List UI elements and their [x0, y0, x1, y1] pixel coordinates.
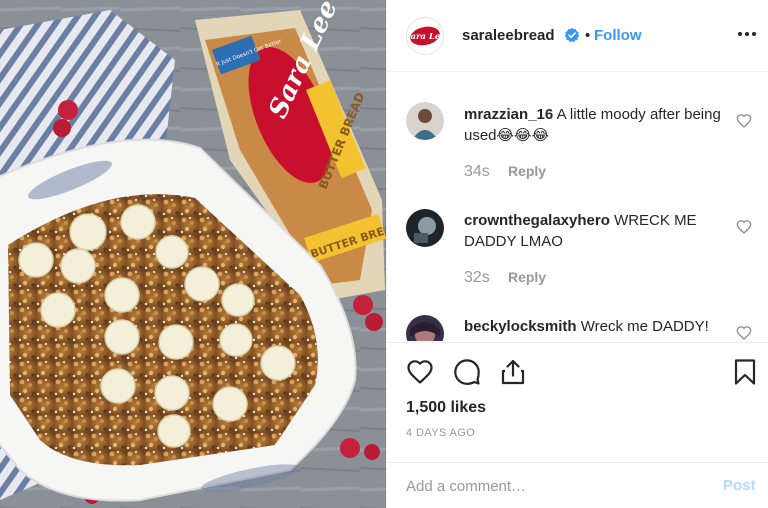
more-options-icon[interactable]: [737, 24, 757, 44]
profile-avatar[interactable]: Sara Lee: [406, 17, 444, 55]
comment-text: beckylocksmith Wreck me DADDY!: [464, 316, 726, 337]
post-date[interactable]: 4 DAYS AGO: [406, 427, 475, 439]
user-photo-icon: [406, 209, 444, 247]
verified-badge-icon: [564, 27, 580, 43]
comment-text: mrazzian_16 A little moody after being u…: [464, 104, 726, 146]
comment-time[interactable]: 32s: [464, 269, 490, 286]
sara-lee-logo-icon: Sara Lee: [407, 26, 443, 46]
commenter-avatar[interactable]: [406, 315, 444, 341]
post-actions: 1,500 likes 4 DAYS AGO: [387, 342, 768, 452]
add-comment-bar: Post: [387, 462, 768, 508]
post-comment-button[interactable]: Post: [723, 477, 756, 494]
comment-meta: 32s Reply: [464, 269, 546, 287]
comments-list[interactable]: mrazzian_16 A little moody after being u…: [387, 73, 768, 341]
share-icon[interactable]: [499, 358, 527, 386]
comment-bubble-icon[interactable]: [453, 358, 481, 386]
post-photo[interactable]: Sara Lee BUTTER BREAD It Just Doesn't Ge…: [0, 0, 386, 508]
comment-username[interactable]: crownthegalaxyhero: [464, 212, 610, 229]
user-photo-icon: [406, 315, 444, 341]
comment-time[interactable]: 34s: [464, 163, 490, 180]
comment-like-heart-icon[interactable]: [736, 113, 752, 129]
reply-button[interactable]: Reply: [508, 163, 546, 179]
post-header: Sara Lee saraleebread • Follow: [387, 0, 768, 72]
post-side-panel: Sara Lee saraleebread • Follow: [386, 0, 768, 508]
comment-text: crownthegalaxyhero WRECK ME DADDY LMAO: [464, 210, 726, 252]
logo-text: Sara Lee: [407, 32, 443, 42]
follow-button[interactable]: Follow: [594, 27, 642, 44]
comment-like-heart-icon[interactable]: [736, 219, 752, 235]
reply-button[interactable]: Reply: [508, 269, 546, 285]
comment-like-heart-icon[interactable]: [736, 325, 752, 341]
heart-icon[interactable]: [406, 358, 434, 386]
commenter-avatar[interactable]: [406, 209, 444, 247]
bookmark-icon[interactable]: [731, 358, 759, 386]
likes-count[interactable]: 1,500 likes: [406, 399, 486, 417]
comment-username[interactable]: mrazzian_16: [464, 106, 553, 123]
header-separator: •: [585, 27, 591, 44]
add-comment-input[interactable]: [406, 475, 696, 497]
comment-body: Wreck me DADDY!: [580, 318, 709, 335]
comment-username[interactable]: beckylocksmith: [464, 318, 577, 335]
user-photo-icon: [406, 102, 444, 140]
comment-meta: 34s Reply: [464, 163, 546, 181]
french-toast-bake-photo: Sara Lee BUTTER BREAD It Just Doesn't Ge…: [0, 0, 386, 508]
post-author-username[interactable]: saraleebread: [462, 27, 555, 44]
commenter-avatar[interactable]: [406, 102, 444, 140]
